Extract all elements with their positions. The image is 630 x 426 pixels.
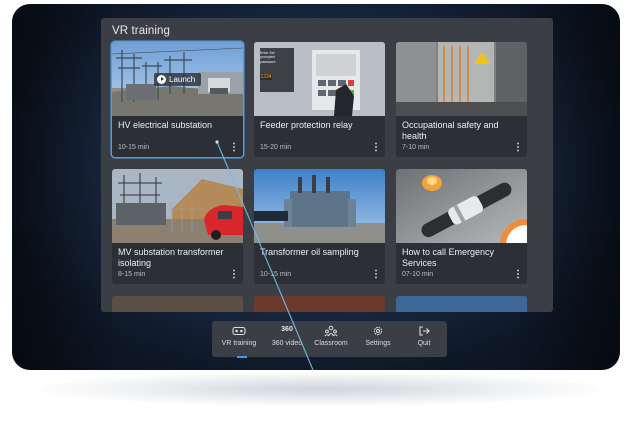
card-duration: 7-10 min (402, 144, 430, 151)
training-card-transformer-oil[interactable]: Transformer oil sampling 10-15 min ⋮ (254, 169, 385, 284)
card-duration: 07-10 min (402, 271, 434, 278)
card-menu-icon[interactable]: ⋮ (229, 269, 239, 281)
card-duration: 10-15 min (118, 144, 150, 151)
card-duration: 15-20 min (260, 144, 292, 151)
training-card-mv-transformer[interactable]: MV substation transformer isolating 8-15… (112, 169, 243, 284)
card-title: Feeder protection relay (260, 120, 353, 130)
panel-title: VR training (112, 25, 170, 37)
feeder-relay-thumbnail: Enter the prompted password 1234 (254, 42, 385, 116)
card-title: Occupational safety and health (402, 120, 499, 141)
quit-icon (419, 326, 430, 336)
card-title: MV substation transformer isolating (118, 247, 224, 268)
card-title: Transformer oil sampling (260, 247, 359, 257)
nav-label: 360 video (271, 340, 303, 347)
transformer-oil-thumbnail (254, 169, 385, 243)
launch-button[interactable]: Launch (154, 73, 202, 86)
nav-label: Classroom (314, 340, 348, 347)
training-card-hv-substation[interactable]: Launch HV electrical substation 10-15 mi… (112, 42, 243, 157)
gear-icon (373, 326, 383, 336)
relay-code-text: 1234 (260, 74, 272, 80)
card-menu-icon[interactable]: ⋮ (371, 269, 381, 281)
classroom-icon (324, 325, 338, 337)
vr-headset-icon (232, 326, 246, 336)
training-card-occupational-safety[interactable]: Occupational safety and health 7-10 min … (396, 42, 527, 157)
nav-settings[interactable]: Settings (356, 325, 400, 355)
vr-viewport: VR training Launch HV electrical substat… (12, 4, 620, 370)
play-icon (157, 75, 166, 84)
360-icon: 360 (281, 326, 293, 333)
nav-360-video[interactable]: 360 360 video (263, 325, 311, 355)
training-grid: Launch HV electrical substation 10-15 mi… (112, 42, 542, 312)
nav-vr-training[interactable]: VR training (215, 325, 263, 358)
bottom-navbar: VR training 360 360 video Classroom Sett… (212, 321, 447, 358)
training-card-feeder-relay[interactable]: Enter the prompted password 1234 Feeder … (254, 42, 385, 157)
training-card-partial[interactable] (254, 296, 385, 312)
nav-active-indicator (237, 356, 247, 358)
card-duration: 8-15 min (118, 271, 146, 278)
card-title: HV electrical substation (118, 120, 213, 130)
relay-screen-text: Enter the prompted password (260, 51, 276, 64)
training-card-partial[interactable] (112, 296, 243, 312)
emergency-services-thumbnail (396, 169, 527, 243)
training-card-partial[interactable] (396, 296, 527, 312)
card-menu-icon[interactable]: ⋮ (229, 142, 239, 154)
card-duration: 10-15 min (260, 271, 292, 278)
card-menu-icon[interactable]: ⋮ (513, 269, 523, 281)
device-shadow (40, 372, 600, 406)
card-title: How to call Emergency Services (402, 247, 495, 268)
nav-label: VR training (221, 340, 257, 347)
training-card-emergency-services[interactable]: How to call Emergency Services 07-10 min… (396, 169, 527, 284)
nav-label: Quit (417, 340, 431, 347)
training-panel: VR training Launch HV electrical substat… (101, 18, 553, 312)
hv-substation-thumbnail: Launch (112, 42, 243, 116)
nav-label: Settings (365, 340, 391, 347)
card-menu-icon[interactable]: ⋮ (513, 142, 523, 154)
card-menu-icon[interactable]: ⋮ (371, 142, 381, 154)
nav-classroom[interactable]: Classroom (311, 325, 351, 355)
occupational-safety-thumbnail (396, 42, 527, 116)
mv-transformer-thumbnail (112, 169, 243, 243)
nav-quit[interactable]: Quit (404, 325, 444, 355)
